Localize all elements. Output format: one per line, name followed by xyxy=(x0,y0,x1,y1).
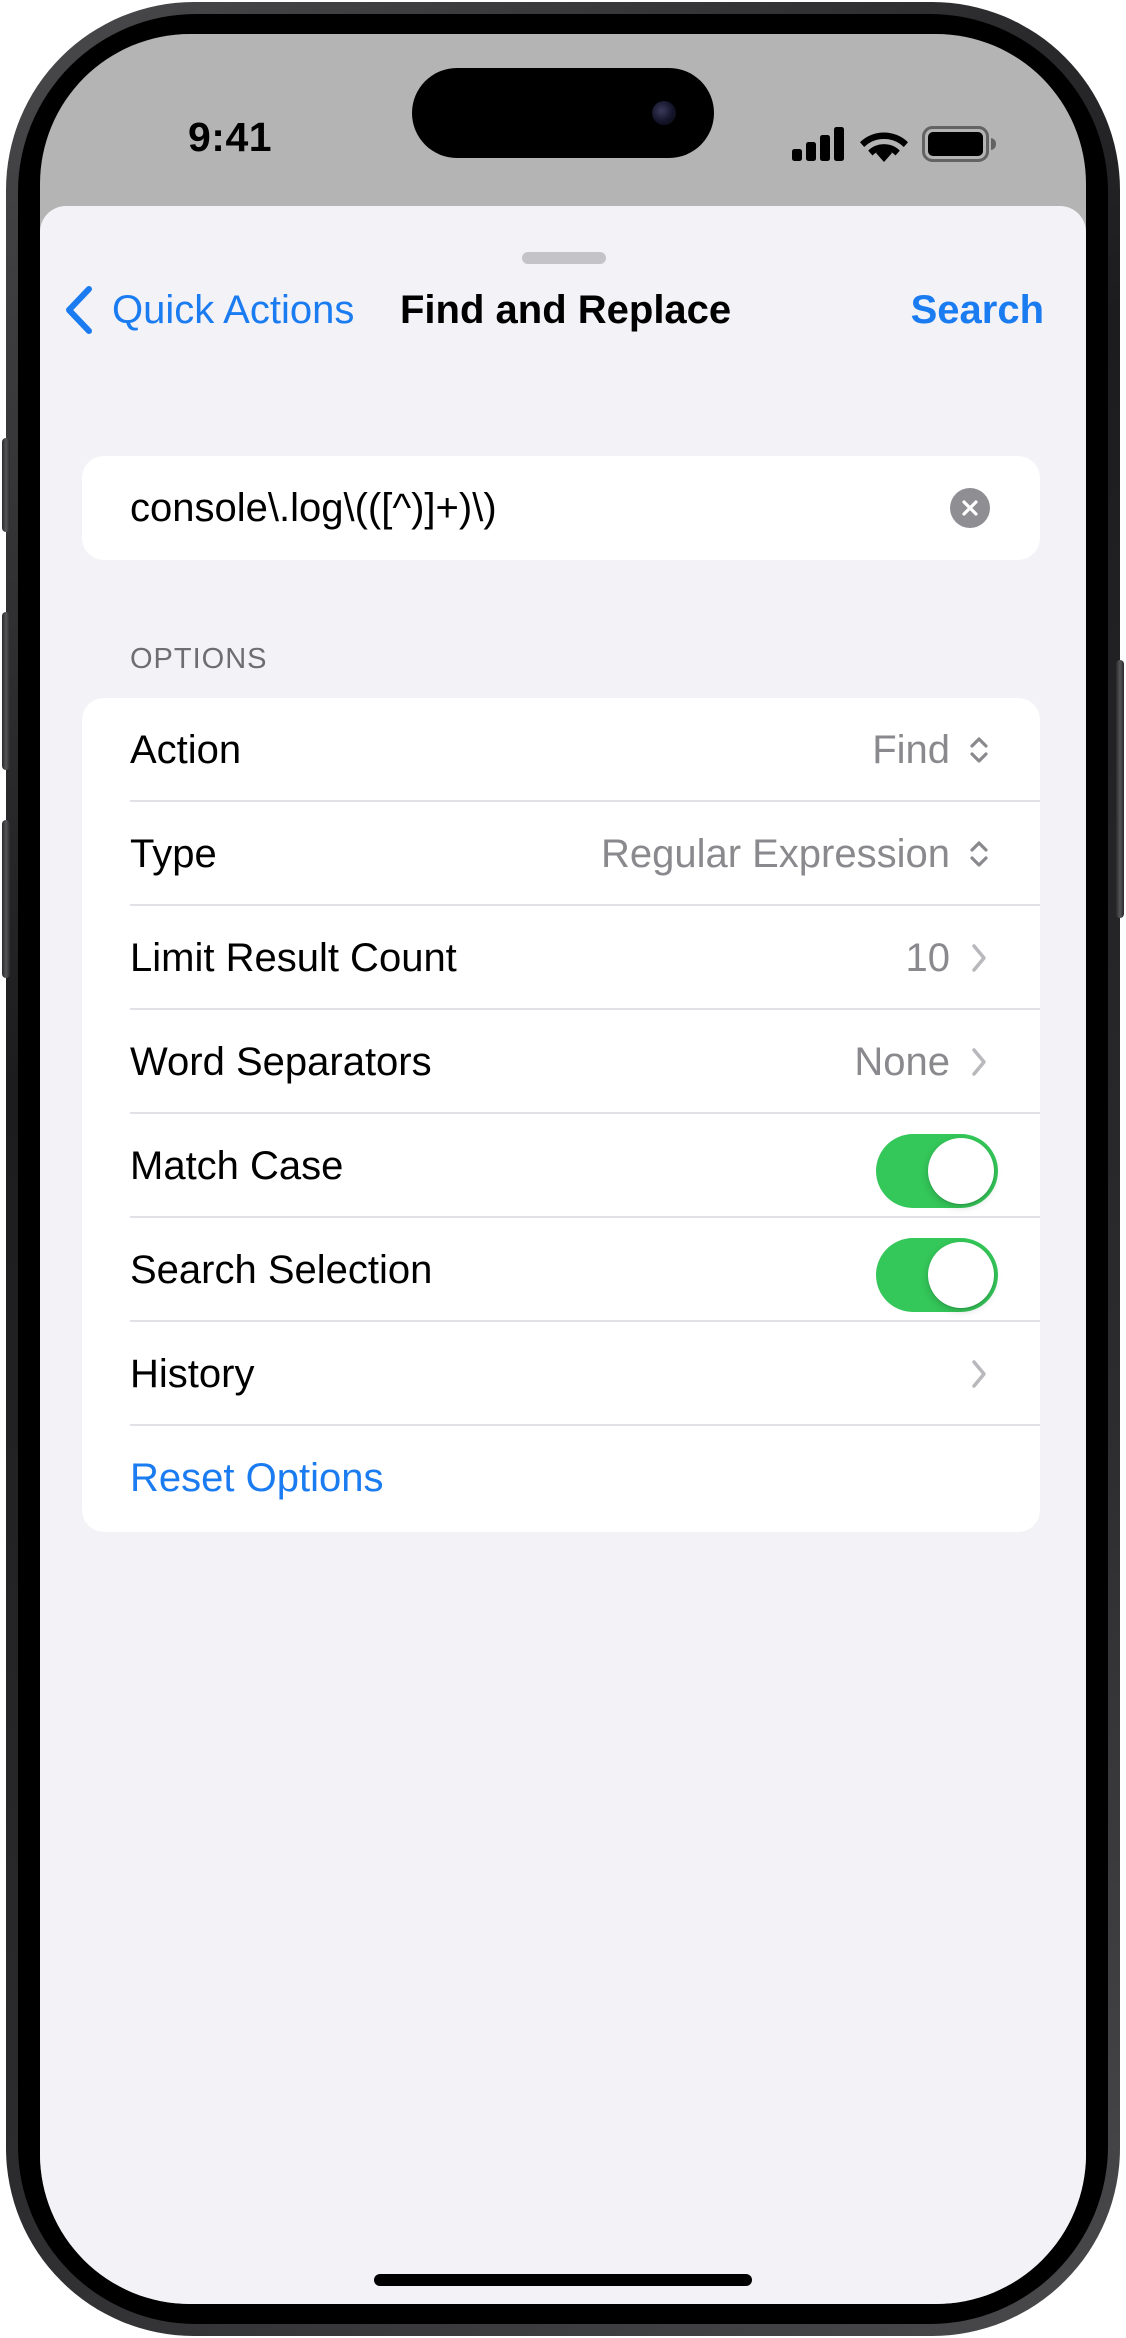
screen: 9:41 Quick Actions Find and Replace Sear… xyxy=(40,34,1086,2304)
options-section-header: OPTIONS xyxy=(130,643,268,675)
option-label: History xyxy=(130,1352,255,1396)
option-row-word-separators[interactable]: Word Separators None xyxy=(82,1010,1040,1114)
chevron-up-down-icon xyxy=(964,836,994,872)
page-title: Find and Replace xyxy=(400,288,732,332)
clear-icon xyxy=(962,500,978,516)
option-label: Action xyxy=(130,728,242,772)
volume-up-button xyxy=(2,612,10,770)
toggle-knob xyxy=(928,1242,994,1308)
back-button-label: Quick Actions xyxy=(112,287,355,332)
search-button[interactable]: Search xyxy=(911,278,1044,342)
match-case-toggle[interactable] xyxy=(876,1134,998,1208)
volume-down-button xyxy=(2,820,10,978)
option-label: Type xyxy=(130,832,217,876)
option-value: Regular Expression xyxy=(600,832,950,876)
reset-options-button[interactable]: Reset Options xyxy=(130,1426,383,1530)
option-row-action[interactable]: Action Find xyxy=(82,698,1040,802)
option-row-history[interactable]: History xyxy=(82,1322,1040,1426)
option-value: None xyxy=(854,1040,950,1084)
option-label: Search Selection xyxy=(130,1248,433,1292)
option-row-limit-result-count[interactable]: Limit Result Count 10 xyxy=(82,906,1040,1010)
clear-search-button[interactable] xyxy=(950,488,990,528)
option-label: Match Case xyxy=(130,1144,344,1188)
chevron-right-icon xyxy=(964,1044,994,1080)
battery-icon xyxy=(922,126,996,162)
option-value: 10 xyxy=(905,936,951,980)
chevron-right-icon xyxy=(964,1356,994,1392)
toggle-knob xyxy=(928,1138,994,1204)
search-field[interactable] xyxy=(82,456,1040,560)
reset-options-row[interactable]: Reset Options xyxy=(82,1426,1040,1530)
option-label: Limit Result Count xyxy=(130,936,457,980)
action-button xyxy=(2,438,10,532)
options-list: Action Find Type Regular Expression Limi… xyxy=(82,698,1040,1532)
chevron-left-icon xyxy=(66,286,92,334)
chevron-right-icon xyxy=(964,940,994,976)
power-button xyxy=(1116,660,1124,918)
status-icons xyxy=(792,124,998,164)
find-replace-sheet: Quick Actions Find and Replace Search OP… xyxy=(40,206,1086,2304)
status-bar: 9:41 xyxy=(40,34,1086,204)
option-label: Word Separators xyxy=(130,1040,432,1084)
option-row-search-selection: Search Selection xyxy=(82,1218,1040,1322)
status-time: 9:41 xyxy=(188,114,273,160)
search-input[interactable] xyxy=(130,456,930,560)
search-selection-toggle[interactable] xyxy=(876,1238,998,1312)
wifi-icon xyxy=(860,132,908,162)
sheet-grabber[interactable] xyxy=(522,252,606,264)
back-button[interactable]: Quick Actions xyxy=(64,278,354,342)
front-camera-icon xyxy=(652,101,676,125)
option-value: Find xyxy=(872,728,950,772)
dynamic-island xyxy=(412,68,714,158)
option-row-type[interactable]: Type Regular Expression xyxy=(82,802,1040,906)
option-row-match-case: Match Case xyxy=(82,1114,1040,1218)
home-indicator[interactable] xyxy=(374,2274,752,2286)
signal-icon xyxy=(792,127,844,161)
chevron-up-down-icon xyxy=(964,732,994,768)
